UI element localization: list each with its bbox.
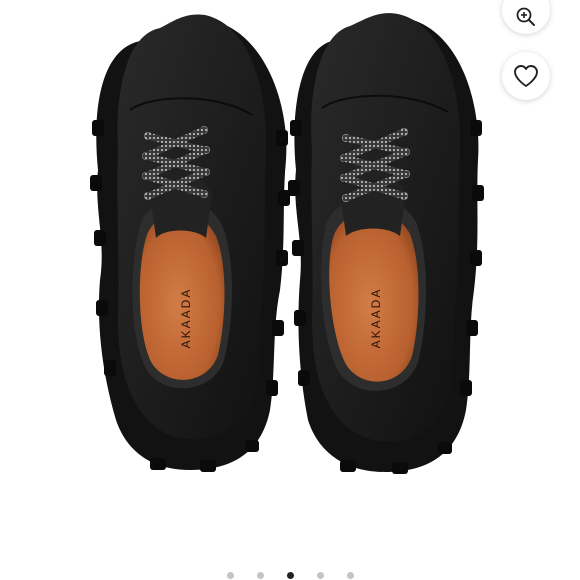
product-image-viewer: AKAADA AKAADA [0, 0, 580, 580]
right-lining-brand: AKAADA [369, 288, 383, 349]
left-lining-brand: AKAADA [179, 288, 193, 349]
heart-outline-icon [514, 65, 538, 87]
carousel-dot-4[interactable] [316, 571, 324, 579]
carousel-dot-1[interactable] [226, 571, 234, 579]
carousel-dot-5[interactable] [346, 571, 354, 579]
carousel-pagination [0, 570, 580, 580]
carousel-dot-3[interactable] [286, 571, 294, 579]
product-image[interactable]: AKAADA AKAADA [0, 0, 580, 560]
carousel-dot-2[interactable] [256, 571, 264, 579]
zoom-in-icon [516, 7, 535, 26]
favorite-button[interactable]: heart-outline-icon [502, 52, 550, 100]
right-shoe: AKAADA [288, 13, 484, 474]
left-shoe: AKAADA [90, 14, 290, 472]
